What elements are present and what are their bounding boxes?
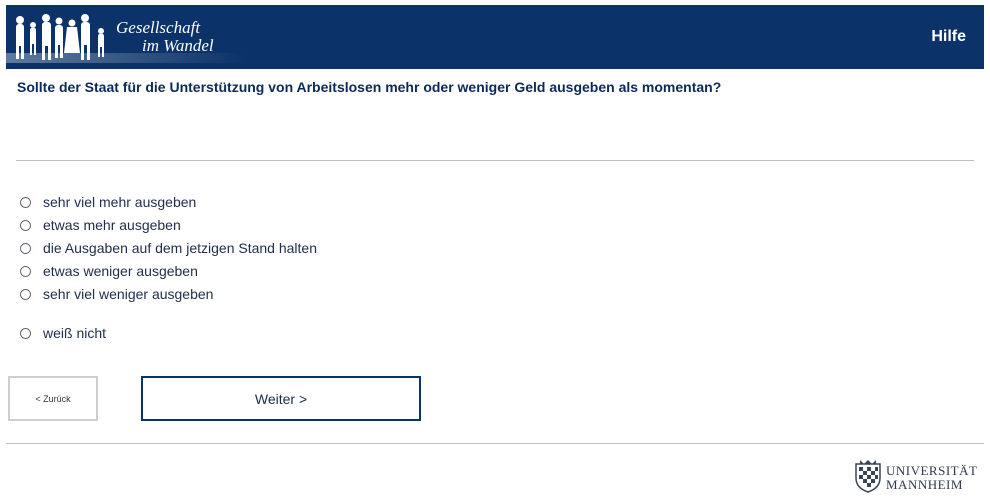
option-label: etwas mehr ausgeben bbox=[43, 217, 181, 233]
radio-button[interactable] bbox=[20, 265, 31, 277]
logo-title-line2: im Wandel bbox=[142, 36, 214, 55]
university-logo: UNIVERSITÄT MANNHEIM bbox=[852, 458, 986, 496]
option-label: etwas weniger ausgeben bbox=[43, 263, 198, 279]
logo-title-line1: Gesellschaft bbox=[116, 18, 201, 37]
radio-button[interactable] bbox=[20, 196, 31, 208]
option-etwas-mehr[interactable]: etwas mehr ausgeben bbox=[20, 216, 181, 234]
radio-button[interactable] bbox=[20, 219, 31, 231]
next-button[interactable]: Weiter > bbox=[141, 376, 421, 421]
radio-button[interactable] bbox=[20, 242, 31, 254]
option-etwas-weniger[interactable]: etwas weniger ausgeben bbox=[20, 262, 198, 280]
university-seal-icon bbox=[855, 460, 881, 493]
option-label: weiß nicht bbox=[43, 325, 107, 341]
university-name-line2: MANNHEIM bbox=[886, 477, 963, 492]
radio-button[interactable] bbox=[20, 327, 31, 339]
university-name-line1: UNIVERSITÄT bbox=[886, 463, 978, 478]
divider bbox=[6, 443, 984, 444]
help-link[interactable]: Hilfe bbox=[931, 28, 966, 46]
option-label: sehr viel mehr ausgeben bbox=[43, 194, 197, 210]
divider bbox=[16, 160, 974, 161]
option-sehr-viel-mehr[interactable]: sehr viel mehr ausgeben bbox=[20, 193, 196, 211]
question-text: Sollte der Staat für die Unterstützung v… bbox=[17, 79, 722, 95]
option-label: sehr viel weniger ausgeben bbox=[43, 286, 214, 302]
radio-button[interactable] bbox=[20, 288, 31, 300]
survey-logo: Gesellschaft im Wandel bbox=[6, 5, 246, 69]
back-button[interactable]: < Zurück bbox=[8, 376, 98, 421]
option-label: die Ausgaben auf dem jetzigen Stand halt… bbox=[43, 240, 317, 256]
header-bar: Gesellschaft im Wandel Hilfe bbox=[6, 5, 984, 69]
option-stand-halten[interactable]: die Ausgaben auf dem jetzigen Stand halt… bbox=[20, 239, 317, 257]
option-sehr-viel-weniger[interactable]: sehr viel weniger ausgeben bbox=[20, 285, 213, 303]
option-weiss-nicht[interactable]: weiß nicht bbox=[20, 324, 106, 342]
